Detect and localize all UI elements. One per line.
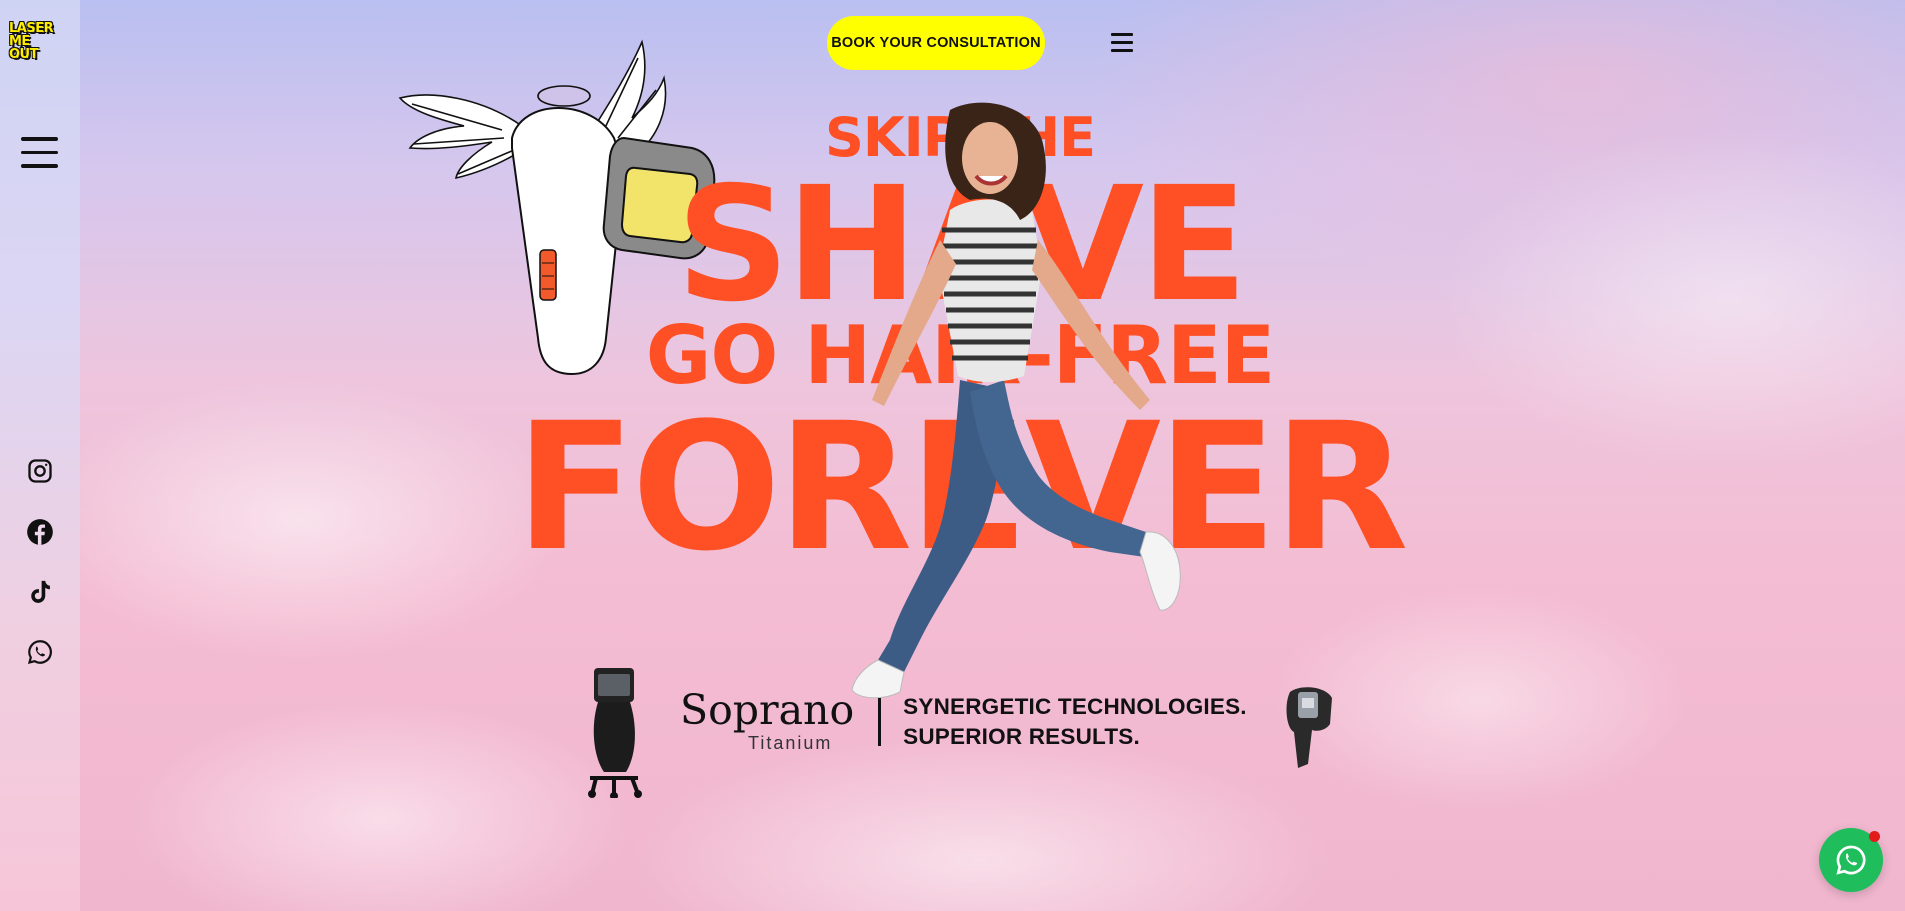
brand-name: Soprano [680, 686, 855, 734]
tiktok-icon[interactable] [26, 578, 54, 606]
brand-tagline: SYNERGETIC TECHNOLOGIES. SUPERIOR RESULT… [903, 692, 1247, 752]
notification-dot [1869, 831, 1880, 842]
book-consultation-button[interactable]: BOOK YOUR CONSULTATION [827, 16, 1045, 70]
tagline-line-1: SYNERGETIC TECHNOLOGIES. [903, 694, 1247, 719]
brand-divider [878, 698, 882, 746]
left-rail: LASER ME OUT [0, 0, 80, 911]
brand-strip: Soprano Titanium SYNERGETIC TECHNOLOGIES… [680, 690, 1247, 754]
header-menu-icon[interactable] [1111, 33, 1133, 52]
whatsapp-chat-icon [1836, 845, 1866, 875]
instagram-icon[interactable] [26, 457, 54, 485]
brand-subtitle: Titanium [748, 733, 833, 753]
laser-machine-left-image [588, 668, 642, 798]
site-logo[interactable]: LASER ME OUT [9, 22, 73, 61]
logo-line-3: OUT [9, 47, 38, 62]
hero-section: BOOK YOUR CONSULTATION SKIP THE SHAVE GO… [80, 0, 1905, 911]
jumping-woman-photo [851, 102, 1181, 699]
sidebar-menu-icon[interactable] [21, 137, 58, 169]
brand-logo: Soprano Titanium [680, 690, 854, 754]
laser-handpiece-right-image [1286, 687, 1332, 768]
whatsapp-icon[interactable] [26, 638, 54, 666]
tagline-line-2: SUPERIOR RESULTS. [903, 724, 1140, 749]
facebook-icon[interactable] [26, 518, 54, 546]
